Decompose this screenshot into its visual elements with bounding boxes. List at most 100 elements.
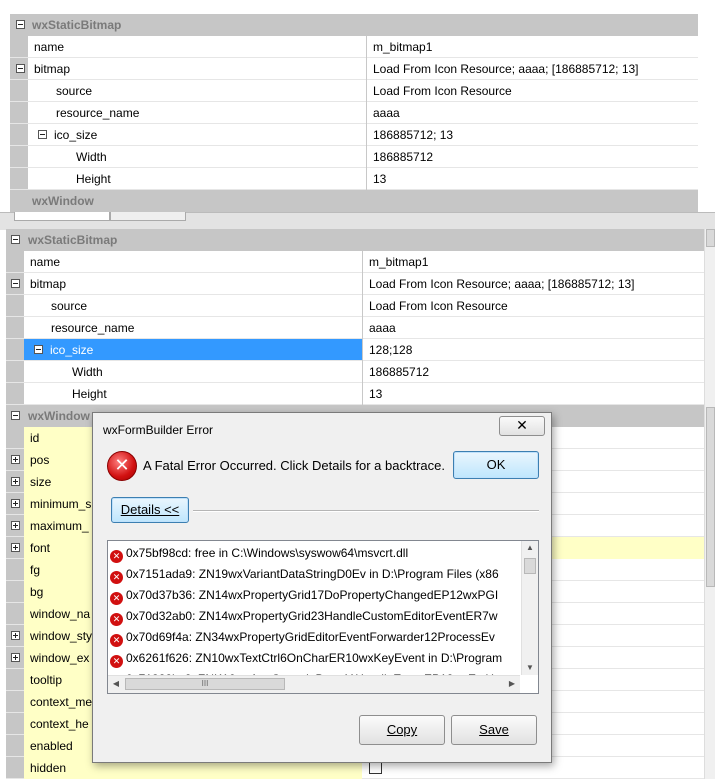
property-name: resource_name (51, 321, 135, 335)
row-gutter (6, 757, 24, 778)
error-icon: ✕ (110, 571, 123, 584)
collapse-icon[interactable] (11, 411, 20, 420)
error-icon: ✕ (110, 655, 123, 668)
collapse-icon[interactable] (38, 130, 47, 139)
error-icon: ✕ (110, 634, 123, 647)
collapse-icon[interactable] (34, 345, 43, 354)
property-row[interactable]: ico_size 186885712; 13 (10, 124, 698, 146)
property-row[interactable]: bitmap Load From Icon Resource; aaaa; [1… (6, 273, 704, 295)
category-row-wxstaticbitmap[interactable]: wxStaticBitmap (6, 229, 704, 251)
backtrace-text: 0x6261f626: ZN10wxTextCtrl6OnCharER10wxK… (126, 651, 503, 665)
property-name: source (56, 84, 93, 98)
category-label: wxWindow (32, 194, 94, 208)
expand-icon[interactable] (11, 521, 20, 530)
backtrace-item[interactable]: ✕ 0x7151ada9: ZN19wxVariantDataStringD0Ev… (110, 564, 499, 584)
dialog-title: wxFormBuilder Error (103, 423, 214, 437)
scrollbar-thumb[interactable] (524, 558, 536, 574)
property-value[interactable]: 186885712; 13 (366, 124, 698, 146)
property-value[interactable]: Load From Icon Resource; aaaa; [18688571… (362, 273, 704, 295)
property-row[interactable]: Height 13 (6, 383, 704, 405)
property-name: ico_size (54, 128, 98, 142)
property-name: Width (76, 150, 107, 164)
expand-icon[interactable] (11, 455, 20, 464)
property-value[interactable]: 186885712 (366, 146, 698, 168)
scroll-down-icon[interactable]: ▼ (522, 663, 538, 672)
scroll-left-icon[interactable]: ◀ (110, 679, 122, 688)
expand-icon[interactable] (11, 653, 20, 662)
expand-icon[interactable] (11, 499, 20, 508)
property-value[interactable]: Load From Icon Resource; aaaa; [18688571… (366, 58, 698, 80)
property-row-selected[interactable]: ico_size 128;128 (6, 339, 704, 361)
category-row-wxstaticbitmap[interactable]: wxStaticBitmap (10, 14, 698, 36)
property-row[interactable]: Width 186885712 (10, 146, 698, 168)
copy-button[interactable]: Copy (359, 715, 445, 745)
backtrace-text: 0x70d69f4a: ZN34wxPropertyGridEditorEven… (126, 630, 495, 644)
row-gutter (10, 80, 28, 101)
row-gutter (10, 168, 28, 189)
backtrace-text: 0x7151ada9: ZN19wxVariantDataStringD0Ev … (126, 567, 499, 581)
collapse-icon[interactable] (11, 279, 20, 288)
scrollbar-thumb[interactable]: III (125, 678, 285, 690)
expand-icon[interactable] (11, 543, 20, 552)
list-hscrollbar[interactable]: ◀ III ▶ (108, 675, 520, 693)
scrollbar-thumb[interactable] (706, 229, 715, 247)
property-row[interactable]: name m_bitmap1 (6, 251, 704, 273)
property-row[interactable]: source Load From Icon Resource (6, 295, 704, 317)
row-gutter (6, 691, 24, 712)
error-message: A Fatal Error Occurred. Click Details fo… (143, 458, 445, 473)
expand-icon[interactable] (11, 477, 20, 486)
property-name: resource_name (56, 106, 140, 120)
row-gutter (6, 317, 24, 338)
row-gutter (10, 102, 28, 123)
scroll-grip: III (201, 679, 209, 688)
expand-icon[interactable] (11, 631, 20, 640)
property-row[interactable]: resource_name aaaa (10, 102, 698, 124)
property-value[interactable]: 13 (362, 383, 704, 405)
backtrace-item[interactable]: ✕ 0x75bf98cd: free in C:\Windows\syswow64… (110, 543, 408, 563)
close-button[interactable]: ✕ (499, 416, 545, 436)
property-value[interactable]: Load From Icon Resource (366, 80, 698, 102)
property-value[interactable]: m_bitmap1 (362, 251, 704, 273)
property-value[interactable]: aaaa (366, 102, 698, 124)
close-icon: ✕ (516, 417, 528, 433)
property-row[interactable]: name m_bitmap1 (10, 36, 698, 58)
details-button[interactable]: Details << (111, 497, 189, 523)
backtrace-item[interactable]: ✕ 0x70d37b36: ZN14wxPropertyGrid17DoPrope… (110, 585, 498, 605)
property-value[interactable]: Load From Icon Resource (362, 295, 704, 317)
error-icon: ✕ (110, 613, 123, 626)
collapse-icon[interactable] (16, 20, 25, 29)
backtrace-item[interactable]: ✕ 0x6261f626: ZN10wxTextCtrl6OnCharER10wx… (110, 648, 502, 668)
property-row[interactable]: Height 13 (10, 168, 698, 190)
property-row[interactable]: bitmap Load From Icon Resource; aaaa; [1… (10, 58, 698, 80)
property-value[interactable]: 186885712 (362, 361, 704, 383)
property-value[interactable]: 13 (366, 168, 698, 190)
list-vscrollbar[interactable]: ▲ ▼ (521, 541, 538, 675)
property-row[interactable]: resource_name aaaa (6, 317, 704, 339)
backtrace-item[interactable]: ✕ 0x70d69f4a: ZN34wxPropertyGridEditorEve… (110, 627, 495, 647)
property-name: name (30, 255, 61, 269)
property-value[interactable]: m_bitmap1 (366, 36, 698, 58)
collapse-icon[interactable] (11, 235, 20, 244)
scroll-right-icon[interactable]: ▶ (506, 679, 518, 688)
tab[interactable] (110, 212, 186, 221)
property-row[interactable]: source Load From Icon Resource (10, 80, 698, 102)
category-row-wxwindow[interactable]: wxWindow (10, 190, 698, 212)
ok-button[interactable]: OK (453, 451, 539, 479)
property-name: Height (72, 387, 107, 401)
grid-scrollbar[interactable] (704, 229, 715, 779)
property-value[interactable]: aaaa (362, 317, 704, 339)
backtrace-list[interactable]: ✕ 0x75bf98cd: free in C:\Windows\syswow64… (107, 540, 539, 694)
backtrace-item[interactable]: ✕ 0x70d32ab0: ZN14wxPropertyGrid23HandleC… (110, 606, 498, 626)
property-row[interactable]: Width 186885712 (6, 361, 704, 383)
property-value[interactable]: 128;128 (362, 339, 704, 361)
row-gutter (6, 713, 24, 734)
row-gutter (6, 251, 24, 272)
scrollbar-thumb[interactable] (706, 407, 715, 587)
save-button[interactable]: Save (451, 715, 537, 745)
collapse-icon[interactable] (16, 64, 25, 73)
tab[interactable] (14, 212, 110, 221)
row-gutter (6, 427, 24, 448)
row-gutter (6, 735, 24, 756)
scroll-up-icon[interactable]: ▲ (522, 543, 538, 552)
backtrace-text: 0x70d37b36: ZN14wxPropertyGrid17DoProper… (126, 588, 499, 602)
